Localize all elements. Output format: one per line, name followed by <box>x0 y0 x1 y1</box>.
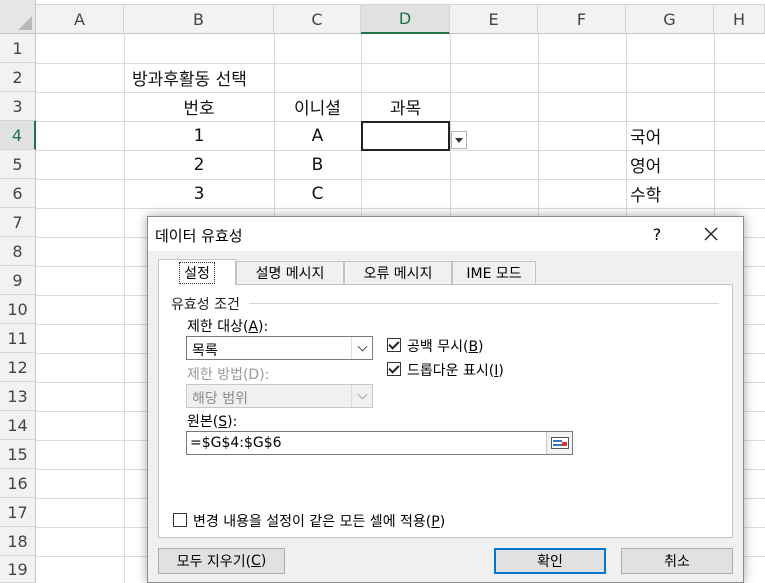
data-label: 제한 방법(D): <box>187 367 270 383</box>
tab-input-message[interactable]: 설명 메시지 <box>236 261 344 284</box>
select-all-triangle-icon <box>18 16 32 30</box>
row-header-1[interactable]: 1 <box>0 34 36 63</box>
data-select: 해당 범위 <box>186 384 373 408</box>
selected-cell-d4[interactable] <box>361 121 450 151</box>
cell-b6[interactable]: 3 <box>124 179 274 208</box>
row-header-4[interactable]: 4 <box>0 121 36 150</box>
source-input-value: =$G$4:$G$6 <box>190 435 282 451</box>
row-header-8[interactable]: 8 <box>0 237 36 266</box>
validation-criteria-title: 유효성 조건 <box>171 297 240 313</box>
row-header-6[interactable]: 6 <box>0 179 36 208</box>
allow-select-value: 목록 <box>192 343 218 359</box>
tab-error-alert[interactable]: 오류 메시지 <box>344 261 452 284</box>
in-cell-dropdown-text: 드롭다운 표시( <box>407 363 495 379</box>
apply-to-all-label[interactable]: 변경 내용을 설정이 같은 모든 셀에 적용(P) <box>193 511 445 531</box>
group-divider <box>249 303 719 304</box>
row-header-11[interactable]: 11 <box>0 324 36 353</box>
row-header-18[interactable]: 18 <box>0 527 36 556</box>
row-header-12[interactable]: 12 <box>0 353 36 382</box>
row-header-2[interactable]: 2 <box>0 63 36 92</box>
allow-label: 제한 대상(A): <box>187 319 269 335</box>
tab-ime-mode[interactable]: IME 모드 <box>452 261 536 284</box>
column-header-g[interactable]: G <box>626 5 714 34</box>
row-header-19[interactable]: 19 <box>0 556 36 583</box>
chevron-down-icon <box>357 341 367 351</box>
apply-to-all-text: 변경 내용을 설정이 같은 모든 셀에 적용( <box>193 514 432 530</box>
gridline <box>36 208 765 209</box>
data-validation-dialog: 데이터 유효성 ? 설정 설명 메시지 오류 메시지 IME 모드 유효성 조건… <box>147 216 744 583</box>
ignore-blank-label[interactable]: 공백 무시(B) <box>407 336 484 356</box>
column-header-d[interactable]: D <box>361 5 450 34</box>
column-header-e[interactable]: E <box>450 5 538 34</box>
column-header-h[interactable]: H <box>714 5 765 34</box>
allow-select[interactable]: 목록 <box>186 336 373 360</box>
row-header-10[interactable]: 10 <box>0 295 36 324</box>
cell-c5[interactable]: B <box>274 150 361 179</box>
row-header-9[interactable]: 9 <box>0 266 36 295</box>
close-button[interactable] <box>696 221 726 247</box>
source-label-key: S <box>218 414 228 430</box>
cell-d3[interactable]: 과목 <box>361 92 450 121</box>
range-select-button[interactable] <box>546 432 572 454</box>
data-select-arrow <box>351 385 372 407</box>
allow-label-key: A <box>248 319 259 335</box>
clear-all-button[interactable]: 모두 지우기(C) <box>158 548 285 574</box>
cancel-button[interactable]: 취소 <box>621 548 733 574</box>
cell-b5[interactable]: 2 <box>124 150 274 179</box>
column-header-c[interactable]: C <box>274 5 361 34</box>
cell-dropdown-button[interactable] <box>451 131 467 149</box>
in-cell-dropdown-checkbox[interactable] <box>387 362 401 376</box>
cell-g6[interactable]: 수학 <box>626 179 714 208</box>
data-select-value: 해당 범위 <box>192 391 248 407</box>
row-header-15[interactable]: 15 <box>0 440 36 469</box>
select-all-corner[interactable] <box>0 0 36 34</box>
cell-g4[interactable]: 국어 <box>626 121 714 150</box>
row-header-7[interactable]: 7 <box>0 208 36 237</box>
ignore-blank-checkbox[interactable] <box>387 338 401 352</box>
row-header-17[interactable]: 17 <box>0 498 36 527</box>
source-label: 원본(S): <box>187 414 238 430</box>
row-header-13[interactable]: 13 <box>0 382 36 411</box>
ignore-blank-text: 공백 무시( <box>407 339 469 355</box>
settings-panel: 유효성 조건 제한 대상(A): 목록 공백 무시(B) 드롭다운 표시(I) … <box>158 284 733 538</box>
clear-all-key: C <box>251 553 261 569</box>
cell-c4[interactable]: A <box>274 121 361 150</box>
row-header-16[interactable]: 16 <box>0 469 36 498</box>
clear-all-text: 모두 지우기( <box>176 554 252 570</box>
close-icon <box>704 227 718 241</box>
cell-c6[interactable]: C <box>274 179 361 208</box>
cell-c3[interactable]: 이니셜 <box>274 92 361 121</box>
tab-settings-label: 설정 <box>179 261 215 284</box>
dialog-titlebar[interactable]: 데이터 유효성 ? <box>148 217 743 251</box>
column-header-f[interactable]: F <box>538 5 626 34</box>
in-cell-dropdown-label[interactable]: 드롭다운 표시(I) <box>407 360 504 380</box>
column-header-a[interactable]: A <box>36 5 124 34</box>
column-header-b[interactable]: B <box>124 5 274 34</box>
source-label-text: 원본( <box>187 414 219 430</box>
cell-b3[interactable]: 번호 <box>124 92 274 121</box>
allow-select-arrow[interactable] <box>351 337 372 359</box>
row-header-14[interactable]: 14 <box>0 411 36 440</box>
ignore-blank-key: B <box>468 339 479 355</box>
tab-settings[interactable]: 설정 <box>158 259 236 285</box>
in-cell-dropdown-key: I <box>494 363 499 379</box>
ok-button[interactable]: 확인 <box>494 548 606 574</box>
allow-label-text: 제한 대상( <box>187 319 249 335</box>
cell-b2[interactable]: 방과후활동 선택 <box>124 63 361 92</box>
row-header-5[interactable]: 5 <box>0 150 36 179</box>
help-button[interactable]: ? <box>644 221 670 247</box>
dropdown-arrow-icon <box>455 137 463 143</box>
cell-g5[interactable]: 영어 <box>626 150 714 179</box>
chevron-down-icon <box>357 389 367 399</box>
range-select-icon <box>550 437 569 449</box>
dialog-title: 데이터 유효성 <box>155 227 243 245</box>
cell-b4[interactable]: 1 <box>124 121 274 150</box>
source-input[interactable]: =$G$4:$G$6 <box>186 431 573 455</box>
apply-to-all-key: P <box>431 514 440 530</box>
apply-to-all-checkbox[interactable] <box>173 513 187 527</box>
row-header-3[interactable]: 3 <box>0 92 36 121</box>
